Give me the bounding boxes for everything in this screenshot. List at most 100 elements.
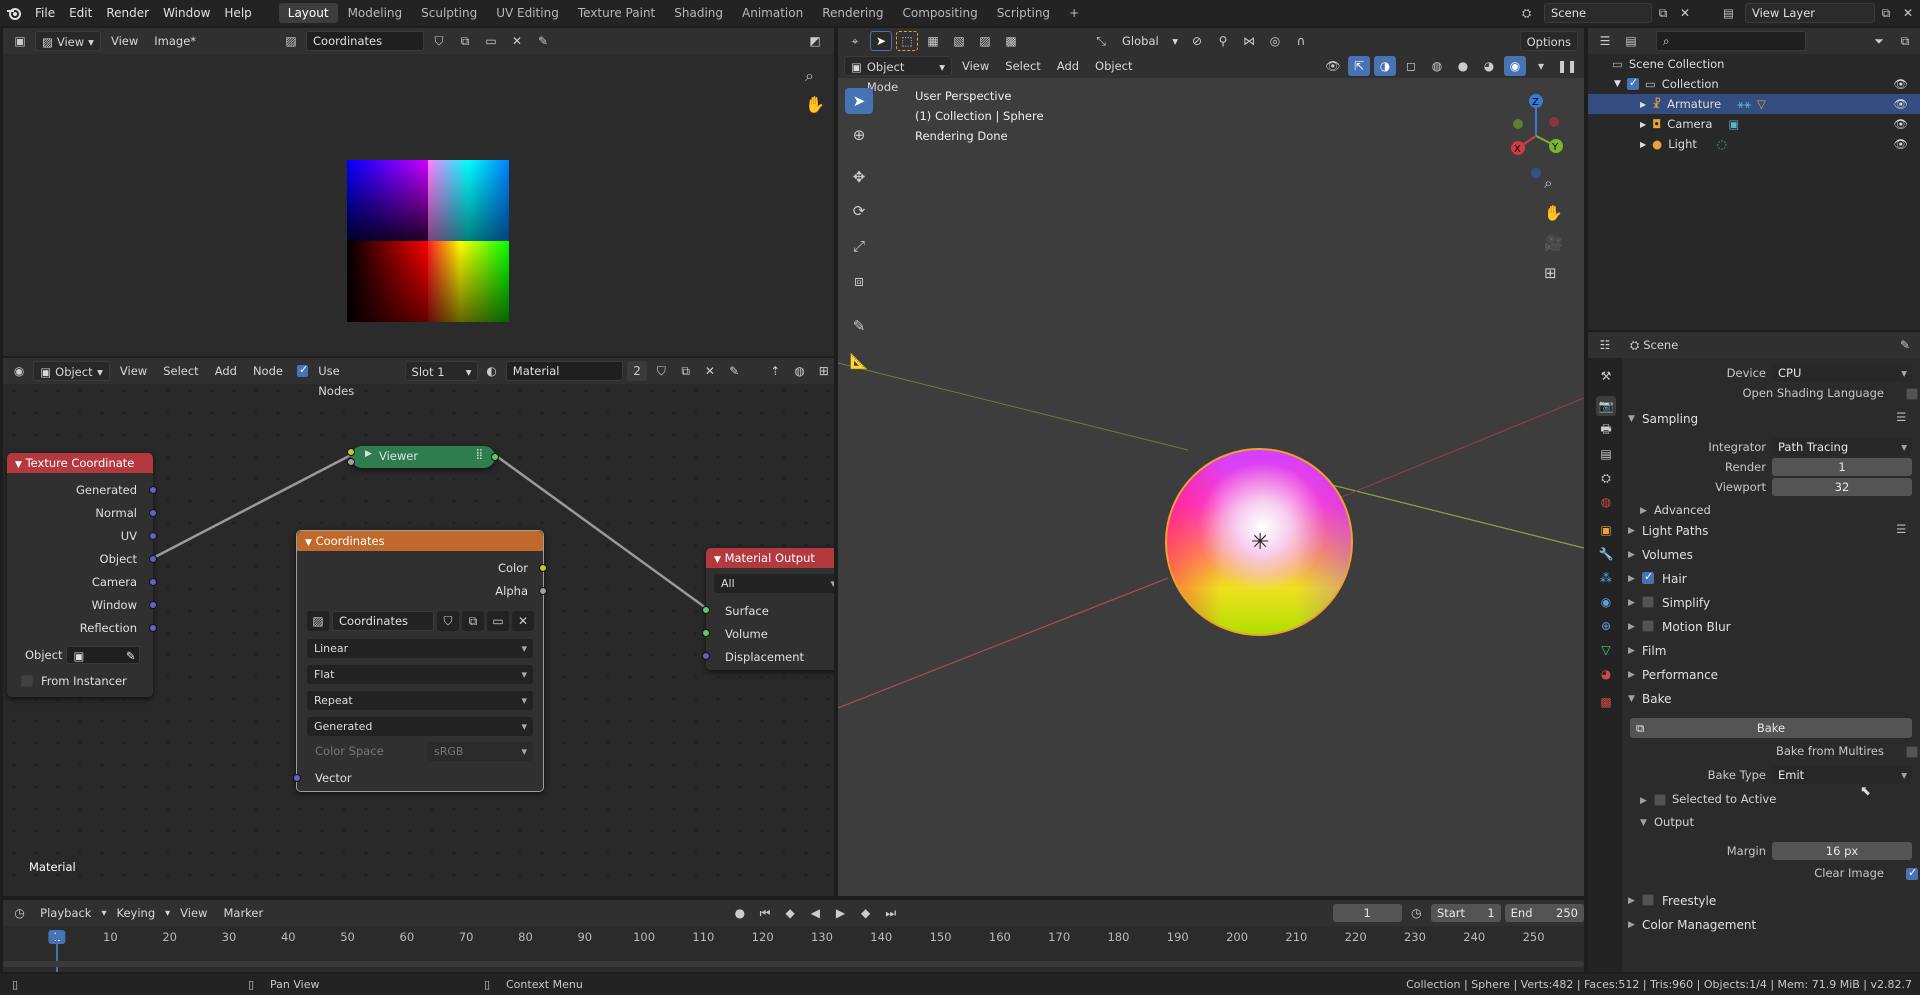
bake-type-dropdown[interactable]: Emit <box>1772 766 1912 784</box>
outliner-row-collection[interactable]: ▼ ▭ Collection 👁 <box>1588 74 1920 94</box>
mode-dropdown[interactable]: ▣ Object Mode ▾ <box>844 56 952 94</box>
fake-user-icon[interactable]: ⛉ <box>428 31 450 51</box>
sphere-object[interactable]: ✳ <box>1165 448 1353 636</box>
transform-orientation-icon[interactable]: ⤡ <box>1090 31 1112 51</box>
tool-tab-icon[interactable]: ⚒ <box>1596 366 1616 386</box>
start-frame-field[interactable]: Start 1 <box>1430 904 1501 922</box>
collection-enable-checkbox[interactable] <box>1626 76 1639 90</box>
selected-to-active-checkbox[interactable] <box>1654 794 1666 806</box>
socket-reflection[interactable] <box>149 624 157 632</box>
expand-arrow-icon[interactable]: ▼ <box>1640 818 1647 828</box>
expand-arrow-icon[interactable]: ▶ <box>1628 670 1635 680</box>
material-output-node[interactable]: ▼ Material Output All Surface Volume Dis… <box>702 548 834 670</box>
cursor-tool[interactable]: ⊕ <box>845 122 873 148</box>
world-tab-icon[interactable]: ◍ <box>1596 492 1616 512</box>
pin-icon[interactable]: ✎ <box>1894 335 1916 355</box>
pause-render-icon[interactable]: ❚❚ <box>1556 56 1578 76</box>
unlink-image-icon[interactable]: ✕ <box>512 611 534 631</box>
gizmo-icon[interactable]: ⇱ <box>1348 56 1370 76</box>
jump-start-icon[interactable]: ⏮ <box>754 903 775 923</box>
menu-add[interactable]: Add <box>1051 56 1085 76</box>
viewport-samples-field[interactable]: 32 <box>1772 478 1912 496</box>
texture-tab-icon[interactable]: ▩ <box>1596 692 1616 712</box>
select-mode-icon[interactable]: ⬚ <box>896 31 918 51</box>
perspective-toggle-icon[interactable]: ⊞ <box>1544 264 1557 282</box>
overlay-icon[interactable]: ◑ <box>1374 56 1396 76</box>
delete-view-layer-icon[interactable]: ✕ <box>1897 3 1919 23</box>
menu-help[interactable]: Help <box>217 0 258 26</box>
source-dropdown[interactable]: Generated <box>307 717 533 736</box>
falloff-icon[interactable]: ∩ <box>1290 31 1312 51</box>
new-collection-icon[interactable]: ⧉ <box>1894 31 1916 51</box>
menu-keying[interactable]: Keying <box>111 903 162 923</box>
select-subtract-icon[interactable]: ▨ <box>974 31 996 51</box>
tab-modeling[interactable]: Modeling <box>339 3 412 23</box>
expand-arrow-icon[interactable]: ▶ <box>1628 646 1635 656</box>
expand-arrow-icon[interactable]: ▶ <box>1628 622 1635 632</box>
add-workspace-button[interactable]: + <box>1060 3 1088 23</box>
snap-icon[interactable]: ⚲ <box>1212 31 1234 51</box>
prev-keyframe-icon[interactable]: ◆ <box>780 903 801 923</box>
bake-button[interactable]: ⧉ Bake <box>1630 718 1912 738</box>
integrator-dropdown[interactable]: Path Tracing <box>1772 438 1912 456</box>
outliner-search-input[interactable]: ⌕ <box>1656 31 1806 51</box>
scale-tool[interactable]: ⤢ <box>845 233 873 259</box>
open-image-icon[interactable]: ▭ <box>480 31 502 51</box>
filter-icon[interactable]: ⏷ <box>1868 31 1890 51</box>
menu-playback[interactable]: Playback <box>34 903 97 923</box>
extension-dropdown[interactable]: Repeat <box>307 691 533 710</box>
expand-arrow-icon[interactable]: ▶ <box>1640 796 1647 806</box>
image-browse-icon[interactable]: ▨ <box>307 611 329 631</box>
select-tool-icon[interactable]: ➤ <box>870 31 892 51</box>
navigation-gizmo[interactable]: Z Y X <box>1498 88 1576 198</box>
view-layer-selector[interactable]: ▤ View Layer ⧉ ✕ <box>1723 3 1919 23</box>
outliner-row-light[interactable]: ▶ ● Light ◌ 👁 <box>1588 134 1920 154</box>
orientation-dropdown[interactable]: Global ▾ <box>1116 31 1182 51</box>
annotate-tool[interactable]: ✎ <box>845 313 873 339</box>
measure-tool[interactable]: 📐 <box>845 348 873 374</box>
tab-sculpting[interactable]: Sculpting <box>412 3 486 23</box>
tab-texture-paint[interactable]: Texture Paint <box>569 3 664 23</box>
record-icon[interactable]: ● <box>729 903 750 923</box>
margin-field[interactable]: 16 px <box>1772 842 1912 860</box>
expand-arrow-icon[interactable]: ▶ <box>1640 506 1647 516</box>
expand-arrow-icon[interactable]: ▼ <box>1628 414 1635 424</box>
modifier-tab-icon[interactable]: 🔧 <box>1596 544 1616 564</box>
volumes-panel-header[interactable]: Volumes <box>1642 544 1912 566</box>
socket-vector[interactable] <box>293 774 301 782</box>
physics-tab-icon[interactable]: ◉ <box>1596 592 1616 612</box>
proportional-edit-icon[interactable]: ◎ <box>1264 31 1286 51</box>
expand-arrow-icon[interactable]: ▶ <box>1628 526 1635 536</box>
device-dropdown[interactable]: CPU <box>1772 364 1912 382</box>
menu-edit[interactable]: Edit <box>62 0 99 26</box>
socket-viewer-out[interactable] <box>491 453 499 461</box>
zoom-icon[interactable]: ⌕ <box>805 66 814 86</box>
menu-select[interactable]: Select <box>999 56 1046 76</box>
color-management-panel-header[interactable]: Color Management <box>1642 914 1912 936</box>
output-subpanel[interactable]: Output <box>1654 815 1694 829</box>
node-options-icon[interactable]: ⣿ <box>476 449 483 460</box>
view-layer-field[interactable]: View Layer <box>1745 3 1875 23</box>
node-header[interactable]: ▼ Coordinates <box>297 531 543 551</box>
pin-icon[interactable]: ✎ <box>532 31 554 51</box>
socket-generated[interactable] <box>149 486 157 494</box>
output-tab-icon[interactable]: 🖶 <box>1596 420 1616 440</box>
image-name-field[interactable]: Coordinates <box>332 611 434 631</box>
socket-normal[interactable] <box>149 509 157 517</box>
eye-visibility-icon[interactable]: 👁 <box>1893 77 1908 91</box>
timeline-ruler[interactable]: 1102030405060708090100110120130140150160… <box>3 930 1584 950</box>
rendered-shading-icon[interactable]: ◉ <box>1504 56 1526 76</box>
collapse-arrow-icon[interactable]: ▶ <box>365 449 372 459</box>
render-tab-icon[interactable]: 📷 <box>1596 396 1616 416</box>
open-image-icon[interactable]: ▭ <box>487 611 509 631</box>
3d-viewport[interactable]: ⌖ ➤ ⬚ ▦ ▧ ▨ ▩ ⤡ Global ▾ ⊘ ⚲ ⋈ ◎ ∩ Option… <box>838 28 1584 896</box>
bake-from-multires-checkbox[interactable] <box>1906 746 1918 758</box>
socket-window[interactable] <box>149 601 157 609</box>
select-intersect-icon[interactable]: ▩ <box>1000 31 1022 51</box>
menu-view[interactable]: View <box>105 31 144 51</box>
object-field[interactable]: ▣ ✎ <box>66 646 141 664</box>
menu-marker[interactable]: Marker <box>217 903 269 923</box>
blender-logo-icon[interactable] <box>0 6 28 20</box>
expand-arrow-icon[interactable]: ▶ <box>1640 120 1646 129</box>
menu-view[interactable]: View <box>174 903 213 923</box>
